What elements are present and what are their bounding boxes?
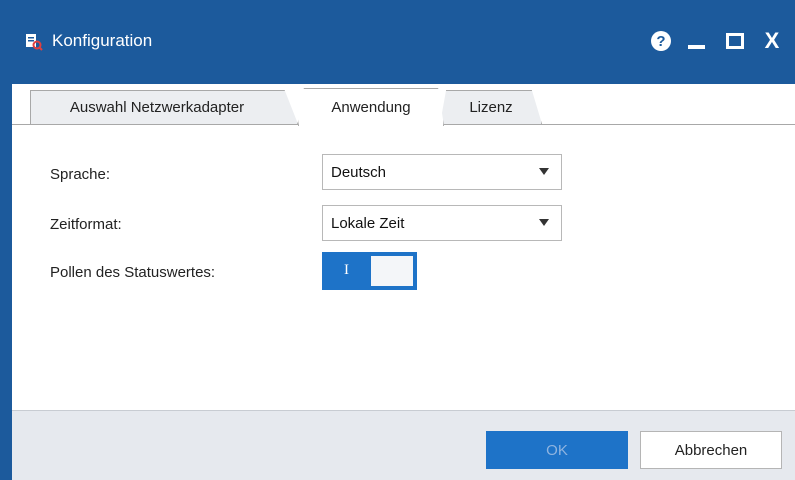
chevron-down-icon: [539, 168, 549, 175]
dialog-window: Konfiguration ? X Auswahl Netzwerkadapte…: [0, 0, 795, 480]
tab-anwendung[interactable]: Anwendung: [298, 88, 444, 126]
polling-label: Pollen des Statuswertes:: [50, 264, 216, 281]
language-label: Sprache:: [50, 166, 111, 183]
minimize-button[interactable]: [683, 28, 709, 54]
toggle-knob: [371, 256, 413, 286]
language-value: Deutsch: [331, 164, 387, 181]
maximize-button[interactable]: [722, 28, 748, 54]
button-bar: OK Abbrechen: [12, 410, 795, 480]
close-icon: X: [764, 28, 780, 53]
help-button[interactable]: ?: [648, 28, 674, 54]
chevron-down-icon: [539, 219, 549, 226]
minimize-icon: [687, 45, 705, 49]
window-title: Konfiguration: [52, 31, 153, 50]
language-select[interactable]: Deutsch: [322, 154, 562, 190]
timeformat-select[interactable]: Lokale Zeit: [322, 205, 562, 241]
timeformat-label: Zeitformat:: [50, 216, 122, 233]
title-bar[interactable]: Konfiguration ? X: [0, 0, 795, 84]
help-icon: ?: [651, 31, 671, 51]
dialog-content: Auswahl Netzwerkadapter Anwendung Lizenz…: [12, 84, 795, 480]
polling-toggle[interactable]: I: [322, 252, 417, 290]
tab-auswahl-netzwerkadapter[interactable]: Auswahl Netzwerkadapter: [30, 90, 298, 124]
tab-strip: Auswahl Netzwerkadapter Anwendung Lizenz: [12, 84, 795, 126]
maximize-icon: [726, 33, 744, 49]
config-magnifier-icon: [26, 34, 43, 51]
cancel-button[interactable]: Abbrechen: [640, 431, 782, 469]
tab-lizenz[interactable]: Lizenz: [440, 90, 542, 124]
timeformat-value: Lokale Zeit: [331, 215, 405, 232]
ok-button[interactable]: OK: [486, 431, 628, 469]
toggle-on-indicator: I: [344, 262, 349, 278]
close-button[interactable]: X: [759, 28, 785, 54]
